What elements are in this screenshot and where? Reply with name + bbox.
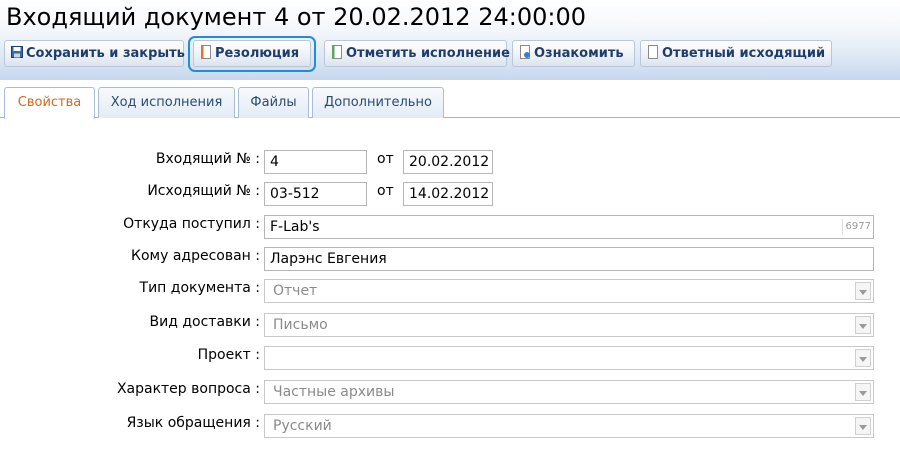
addressee-field[interactable]: Ларэнс Евгения (264, 247, 874, 271)
reply-outgoing-label: Ответный исходящий (662, 46, 826, 61)
outgoing-date-from-label: от (377, 183, 394, 199)
tab-files[interactable]: Файлы (238, 87, 309, 118)
doc-type-value: Отчет (273, 283, 318, 299)
tab-execution-history[interactable]: Ход исполнения (98, 87, 235, 118)
save-and-close-button[interactable]: Сохранить и закрыть (4, 40, 185, 67)
tab-properties[interactable]: Свойства (4, 87, 95, 119)
chevron-down-icon[interactable] (855, 349, 871, 367)
window-title: Входящий документ 4 от 20.02.2012 24:00:… (6, 3, 586, 31)
tab-bar: Свойства Ход исполнения Файлы Дополнител… (0, 80, 900, 119)
incoming-date-field[interactable]: 20.02.2012 (403, 150, 493, 174)
outgoing-number-field[interactable]: 03-512 (264, 182, 367, 206)
resolution-label: Резолюция (215, 46, 300, 61)
document-icon (648, 45, 658, 59)
doc-type-label: Тип документа : (139, 280, 260, 296)
question-type-value: Частные архивы (273, 384, 395, 400)
floppy-disk-icon (11, 46, 23, 58)
source-counter: 6977 (841, 219, 871, 235)
chevron-down-icon[interactable] (855, 282, 871, 300)
source-field[interactable]: F-Lab's 6977 (264, 215, 874, 239)
incoming-date-from-label: от (377, 151, 394, 167)
incoming-number-label: Входящий № : (155, 151, 260, 167)
familiarize-label: Ознакомить (534, 46, 624, 61)
source-value: F-Lab's (270, 219, 320, 235)
chevron-down-icon[interactable] (855, 383, 871, 401)
window-header: Входящий документ 4 от 20.02.2012 24:00:… (0, 0, 900, 80)
language-select[interactable]: Русский (264, 414, 874, 438)
project-select[interactable] (264, 346, 874, 370)
delivery-label: Вид доставки : (149, 314, 260, 330)
incoming-number-field[interactable]: 4 (264, 150, 367, 174)
document-icon (201, 45, 211, 59)
save-and-close-label: Сохранить и закрыть (26, 46, 185, 61)
chevron-down-icon[interactable] (855, 316, 871, 334)
outgoing-date-field[interactable]: 14.02.2012 (403, 182, 493, 206)
question-type-select[interactable]: Частные архивы (264, 380, 874, 404)
familiarize-button[interactable]: Ознакомить (512, 40, 635, 67)
mark-execution-label: Отметить исполнение (346, 46, 510, 61)
chevron-down-icon[interactable] (855, 417, 871, 435)
project-label: Проект : (197, 347, 260, 363)
doc-type-select[interactable]: Отчет (264, 279, 874, 303)
source-label: Откуда поступил : (123, 216, 260, 232)
delivery-value: Письмо (273, 317, 328, 333)
document-view-icon (520, 45, 530, 59)
language-value: Русский (273, 418, 332, 434)
question-type-label: Характер вопроса : (116, 381, 260, 397)
tab-additional[interactable]: Дополнительно (312, 87, 444, 118)
outgoing-number-label: Исходящий № : (147, 183, 260, 199)
language-label: Язык обращения : (126, 415, 260, 431)
addressee-label: Кому адресован : (131, 248, 260, 264)
reply-outgoing-button[interactable]: Ответный исходящий (640, 40, 832, 67)
mark-execution-button[interactable]: Отметить исполнение (324, 40, 510, 67)
delivery-select[interactable]: Письмо (264, 313, 874, 337)
resolution-button[interactable]: Резолюция (193, 40, 311, 67)
document-check-icon (332, 45, 342, 59)
